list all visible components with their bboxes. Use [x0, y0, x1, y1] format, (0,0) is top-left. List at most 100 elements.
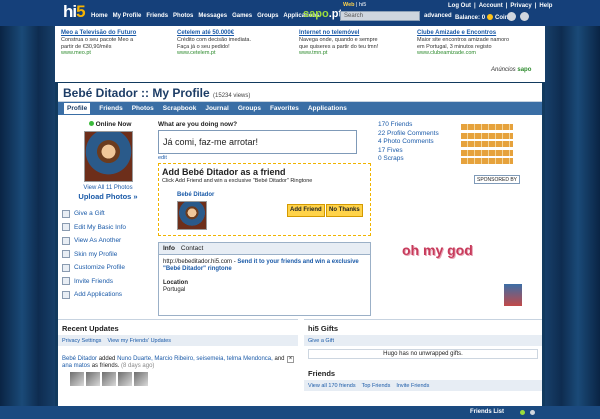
update-user[interactable]: Bebé Ditador — [62, 356, 97, 362]
sponsored-by-badge[interactable]: SPONSORED BY — [474, 175, 521, 184]
tab-groups[interactable]: Groups — [238, 105, 261, 112]
friend-thumb[interactable] — [86, 372, 100, 386]
hi5-logo[interactable]: hi5 — [63, 2, 86, 22]
nav-games[interactable]: Games — [232, 13, 252, 19]
nav-my-profile[interactable]: My Profile — [113, 13, 142, 19]
menu-give-gift[interactable]: Give a Gift — [62, 207, 154, 221]
ad-meo[interactable]: Meo a Televisão do Futuro Construa o seu… — [61, 30, 141, 56]
footer-bar: Friends List — [0, 406, 600, 419]
status-icon[interactable] — [520, 12, 529, 21]
online-friends-icon[interactable] — [520, 410, 525, 415]
scope-hi5[interactable]: hi5 — [359, 2, 366, 8]
ad-cetelem[interactable]: Cetelem até 50.000€ Crédito com decisão … — [177, 30, 257, 56]
friend-thumbnail[interactable] — [177, 201, 207, 230]
toolbar-icons — [507, 12, 529, 21]
upload-photos-link[interactable]: Upload Photos » — [62, 192, 154, 201]
nav-groups[interactable]: Groups — [257, 13, 278, 19]
profile-photo[interactable] — [84, 131, 133, 182]
ad-tmn[interactable]: Internet no telemóvel Navega onde, quand… — [299, 30, 379, 56]
tab-journal[interactable]: Journal — [205, 105, 228, 112]
account-link[interactable]: Account — [479, 3, 503, 9]
scope-web[interactable]: Web — [343, 2, 355, 8]
gifts-friends-section: hi5 Gifts Give a Gift Hugo has no unwrap… — [304, 319, 542, 406]
skin-icon — [62, 250, 70, 259]
settings-icon[interactable] — [530, 410, 535, 415]
menu-add-applications[interactable]: Add Applications — [62, 288, 154, 302]
menu-edit-basic-info[interactable]: Edit My Basic Info — [62, 221, 154, 235]
friends-list-button[interactable]: Friends List — [470, 409, 504, 415]
privacy-link[interactable]: Privacy — [510, 3, 531, 9]
status-edit-link[interactable]: edit — [158, 155, 374, 161]
ad-bar: Meo a Televisão do Futuro Construa o seu… — [55, 26, 545, 82]
friend-thumb[interactable] — [70, 372, 84, 386]
menu-invite-friends[interactable]: Invite Friends — [62, 275, 154, 289]
tab-info[interactable]: Info — [163, 245, 175, 252]
tab-contact[interactable]: Contact — [181, 245, 203, 252]
friend-thumb[interactable] — [118, 372, 132, 386]
update-friend-last[interactable]: ana matos — [62, 363, 90, 369]
info-body: http://bebeditador.hi5.com - Send it to … — [159, 255, 370, 298]
ad-title[interactable]: Clube Amizade e Encontros — [417, 30, 517, 36]
stat-friends[interactable]: 170 Friends — [378, 121, 538, 130]
ad-url[interactable]: www.tmn.pt — [299, 50, 379, 56]
logout-link[interactable]: Log Out — [448, 3, 471, 9]
sapo-logo[interactable]: sapo.pt — [303, 8, 342, 20]
invite-friends-link[interactable]: Invite Friends — [396, 383, 429, 389]
view-count: (15234 views) — [213, 93, 251, 99]
ad-title[interactable]: Meo a Televisão do Futuro — [61, 30, 141, 36]
view-all-photos-link[interactable]: View All 11 Photos — [62, 185, 154, 191]
tab-photos[interactable]: Photos — [132, 105, 154, 112]
view-all-friends-link[interactable]: View all 170 friends — [308, 383, 356, 389]
ad-url[interactable]: www.cetelem.pt — [177, 50, 257, 56]
give-gift-link[interactable]: Give a Gift — [308, 338, 334, 344]
advanced-search-link[interactable]: advanced — [424, 13, 452, 19]
sponsored-image[interactable] — [504, 284, 522, 306]
tab-favorites[interactable]: Favorites — [270, 105, 299, 112]
main-nav: Home My Profile Friends Photos Messages … — [91, 13, 319, 19]
stat-scraps[interactable]: 0 Scraps — [378, 155, 538, 164]
online-dot-icon — [88, 121, 94, 126]
right-curtain-skin — [545, 26, 600, 406]
tab-profile[interactable]: Profile — [64, 103, 91, 114]
friend-thumb[interactable] — [102, 372, 116, 386]
profile-actions-menu: Give a Gift Edit My Basic Info View As A… — [62, 207, 154, 302]
stat-photo-comments[interactable]: 4 Photo Comments — [378, 138, 538, 147]
ad-url[interactable]: www.clubeamizade.com — [417, 50, 517, 56]
right-column: 170 Friends 22 Profile Comments 4 Photo … — [378, 121, 538, 306]
privacy-settings-link[interactable]: Privacy Settings — [62, 338, 101, 344]
nav-messages[interactable]: Messages — [198, 13, 227, 19]
search-input[interactable]: Search — [340, 11, 420, 21]
nav-home[interactable]: Home — [91, 13, 108, 19]
stat-fives[interactable]: 17 Fives — [378, 147, 538, 156]
close-icon[interactable]: × — [287, 356, 294, 363]
ad-title[interactable]: Cetelem até 50.000€ — [177, 30, 257, 36]
update-friends-list[interactable]: Nuno Duarte, Marcio Ribeiro, seisemeia, … — [117, 356, 273, 362]
status-input[interactable]: Já comi, faz-me arrotar! — [158, 130, 357, 154]
help-link[interactable]: Help — [539, 3, 552, 9]
scraps-meter — [461, 158, 513, 164]
tab-friends[interactable]: Friends — [99, 105, 122, 112]
online-label: Online Now — [95, 121, 132, 128]
friend-thumb[interactable] — [134, 372, 148, 386]
nav-friends[interactable]: Friends — [146, 13, 168, 19]
tab-applications[interactable]: Applications — [308, 105, 347, 112]
menu-view-as-another[interactable]: View As Another — [62, 234, 154, 248]
view-friends-updates-link[interactable]: View my Friends' Updates — [107, 338, 171, 344]
menu-skin-profile[interactable]: Skin my Profile — [62, 248, 154, 262]
tab-scrapbook[interactable]: Scrapbook — [163, 105, 197, 112]
add-friend-button[interactable]: Add Friend — [287, 204, 325, 217]
no-thanks-button[interactable]: No Thanks — [326, 204, 363, 217]
top-friends-link[interactable]: Top Friends — [362, 383, 391, 389]
nav-photos[interactable]: Photos — [173, 13, 193, 19]
globe-icon[interactable] — [507, 12, 516, 21]
ad-url[interactable]: www.meo.pt — [61, 50, 141, 56]
ad-clube[interactable]: Clube Amizade e Encontros Maior site enc… — [417, 30, 517, 56]
friend-name-link[interactable]: Bebé Ditador — [177, 192, 214, 198]
stat-profile-comments[interactable]: 22 Profile Comments — [378, 130, 538, 139]
ad-title[interactable]: Internet no telemóvel — [299, 30, 379, 36]
profile-url: http://bebeditador.hi5.com — [163, 259, 233, 265]
updates-subtabs: Privacy Settings View my Friends' Update… — [58, 335, 298, 346]
ads-credit[interactable]: Anúncios sapo — [491, 67, 531, 73]
balance[interactable]: Balance: 0 Coins — [455, 14, 512, 21]
menu-customize-profile[interactable]: Customize Profile — [62, 261, 154, 275]
